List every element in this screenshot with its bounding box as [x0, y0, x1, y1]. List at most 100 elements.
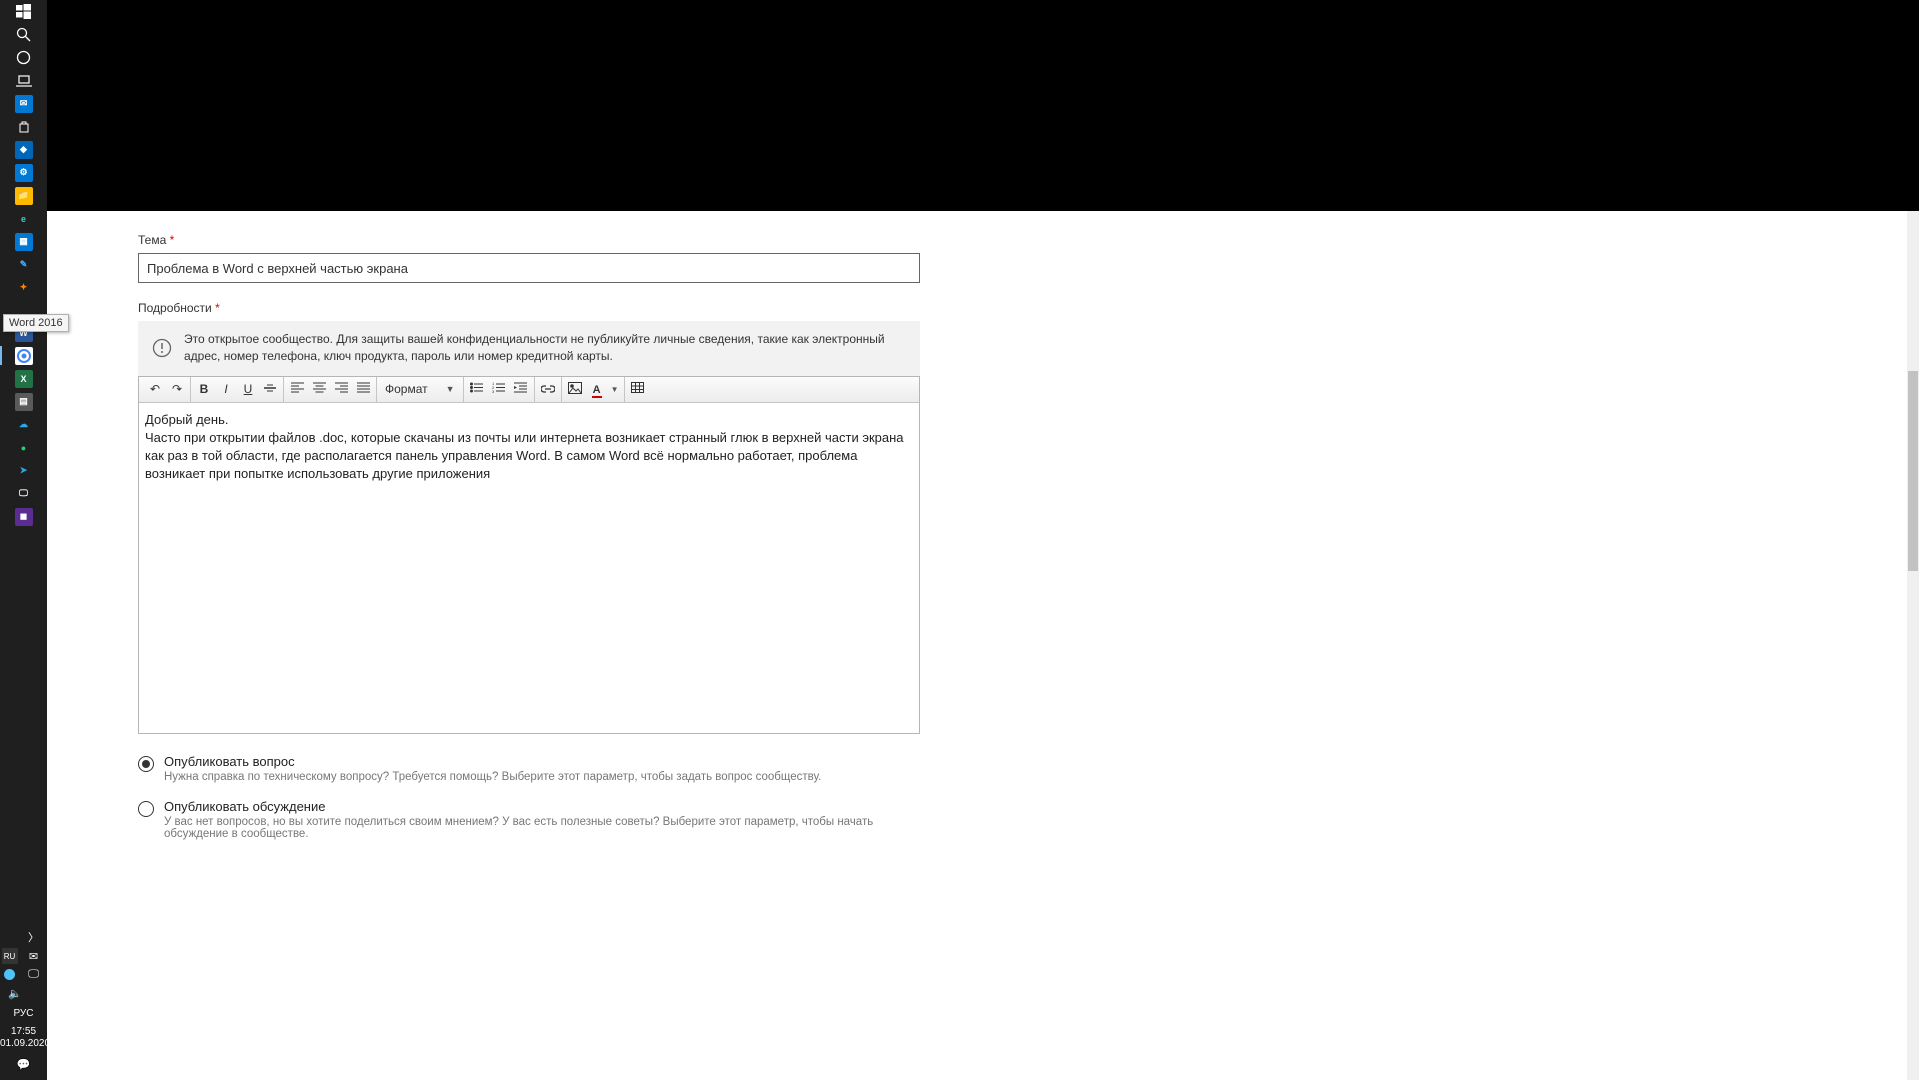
svg-text:3: 3 — [492, 389, 495, 393]
option-discussion-desc: У вас нет вопросов, но вы хотите поделит… — [164, 816, 922, 840]
app-notes[interactable]: ▤ — [0, 390, 47, 413]
tray-lang-icon[interactable]: RU — [2, 948, 18, 964]
tray-grid: RU ✉ 🖵 — [2, 948, 46, 982]
speaker-icon: 🔈 — [8, 987, 22, 1000]
bold-button[interactable]: B — [193, 378, 215, 400]
app-mail[interactable]: ✉ — [0, 92, 47, 115]
excel-icon: X — [15, 370, 33, 388]
app-settings[interactable]: ⚙ — [0, 161, 47, 184]
subject-input[interactable] — [138, 253, 920, 283]
align-right-icon — [335, 382, 348, 396]
store-icon — [15, 118, 33, 136]
required-marker: * — [170, 233, 175, 247]
underline-icon: U — [244, 382, 253, 396]
app-telegram[interactable]: ➤ — [0, 459, 47, 482]
format-select[interactable]: Формат ▼ — [379, 382, 461, 396]
redo-button[interactable]: ↷ — [166, 378, 188, 400]
tray-date: 01.09.2020 — [0, 1038, 47, 1050]
app-icon: ✦ — [15, 279, 33, 297]
app-monitor[interactable]: 🖵 — [0, 482, 47, 505]
align-left-button[interactable] — [286, 378, 308, 400]
caret-down-icon: ▼ — [446, 384, 455, 394]
app-calendar[interactable]: ▦ — [0, 230, 47, 253]
privacy-notice: Это открытое сообщество. Для защиты ваше… — [138, 321, 920, 376]
rich-text-editor: ↶ ↷ B I U Формат — [138, 376, 920, 734]
option-discussion[interactable]: Опубликовать обсуждение У вас нет вопрос… — [138, 799, 922, 840]
scrollbar[interactable] — [1907, 211, 1919, 1080]
align-right-button[interactable] — [330, 378, 352, 400]
start-button[interactable] — [0, 0, 47, 23]
tray-mail-icon[interactable]: ✉ — [26, 948, 42, 964]
task-view-button[interactable] — [0, 69, 47, 92]
strike-button[interactable] — [259, 378, 281, 400]
editor-textarea[interactable]: Добрый день. Часто при открытии файлов .… — [139, 403, 919, 733]
tray-network-icon[interactable] — [2, 966, 18, 982]
app-whatsapp[interactable]: ● — [0, 436, 47, 459]
tray-display-icon[interactable]: 🖵 — [26, 966, 42, 982]
app-onedrive[interactable]: ☁ — [0, 413, 47, 436]
post-type-options: Опубликовать вопрос Нужна справка по тех… — [138, 754, 922, 840]
font-color-dropdown[interactable]: ▼ — [608, 378, 622, 400]
underline-button[interactable]: U — [237, 378, 259, 400]
tray-clock[interactable]: 17:55 01.09.2020 — [0, 1023, 47, 1053]
font-color-button[interactable]: A — [586, 378, 608, 400]
bullet-list-button[interactable] — [466, 378, 488, 400]
align-left-icon — [291, 382, 304, 396]
search-button[interactable] — [0, 23, 47, 46]
undo-icon: ↶ — [150, 382, 160, 396]
app-explorer[interactable]: 📁 — [0, 184, 47, 207]
details-label: Подробности * — [138, 301, 922, 315]
align-center-button[interactable] — [308, 378, 330, 400]
radio-discussion[interactable] — [138, 801, 154, 817]
app-misc[interactable]: ✦ — [0, 276, 47, 299]
italic-button[interactable]: I — [215, 378, 237, 400]
app-paint[interactable]: ✎ — [0, 253, 47, 276]
task-view-icon — [16, 73, 32, 89]
align-justify-icon — [357, 382, 370, 396]
telegram-icon: ➤ — [15, 462, 33, 480]
search-icon — [16, 27, 32, 43]
option-question-title: Опубликовать вопрос — [164, 754, 821, 769]
notes-icon: ▤ — [15, 393, 33, 411]
circle-icon — [16, 50, 32, 66]
mail-icon: ✉ — [15, 95, 33, 113]
app-vscode[interactable]: ◆ — [0, 138, 47, 161]
cloud-icon: ☁ — [15, 416, 33, 434]
number-list-button[interactable]: 123 — [488, 378, 510, 400]
number-list-icon: 123 — [492, 382, 505, 396]
editor-line: Часто при открытии файлов .doc, которые … — [145, 429, 913, 484]
taskbar-tooltip: Word 2016 — [3, 314, 69, 332]
calendar-icon: ▦ — [15, 233, 33, 251]
cortana-button[interactable] — [0, 46, 47, 69]
app-excel[interactable]: X — [0, 367, 47, 390]
windows-icon — [16, 4, 32, 20]
option-question[interactable]: Опубликовать вопрос Нужна справка по тех… — [138, 754, 922, 783]
action-center-button[interactable]: 💬 — [0, 1053, 47, 1076]
font-color-icon: A — [592, 382, 602, 396]
indent-button[interactable] — [510, 378, 532, 400]
align-justify-button[interactable] — [352, 378, 374, 400]
editor-line: Добрый день. — [145, 411, 913, 429]
radio-question[interactable] — [138, 756, 154, 772]
tray-expand[interactable]: 〉 — [0, 925, 47, 948]
app-edge[interactable]: e — [0, 207, 47, 230]
folder-icon: 📁 — [15, 187, 33, 205]
bullet-list-icon — [470, 382, 483, 396]
tray-language[interactable]: РУС — [0, 1005, 47, 1023]
link-button[interactable] — [537, 378, 559, 400]
app-purple[interactable]: ◼ — [0, 505, 47, 528]
italic-icon: I — [224, 382, 227, 396]
info-icon — [152, 338, 172, 358]
scrollbar-thumb[interactable] — [1908, 371, 1918, 571]
app-store[interactable] — [0, 115, 47, 138]
image-button[interactable] — [564, 378, 586, 400]
table-icon — [631, 382, 644, 396]
edge-icon: e — [15, 210, 33, 228]
table-button[interactable] — [627, 378, 649, 400]
app-chrome[interactable] — [0, 344, 47, 367]
tray-volume[interactable]: 🔈 — [0, 982, 47, 1005]
option-discussion-title: Опубликовать обсуждение — [164, 799, 922, 814]
undo-button[interactable]: ↶ — [144, 378, 166, 400]
whatsapp-icon: ● — [15, 439, 33, 457]
link-icon — [541, 382, 555, 396]
